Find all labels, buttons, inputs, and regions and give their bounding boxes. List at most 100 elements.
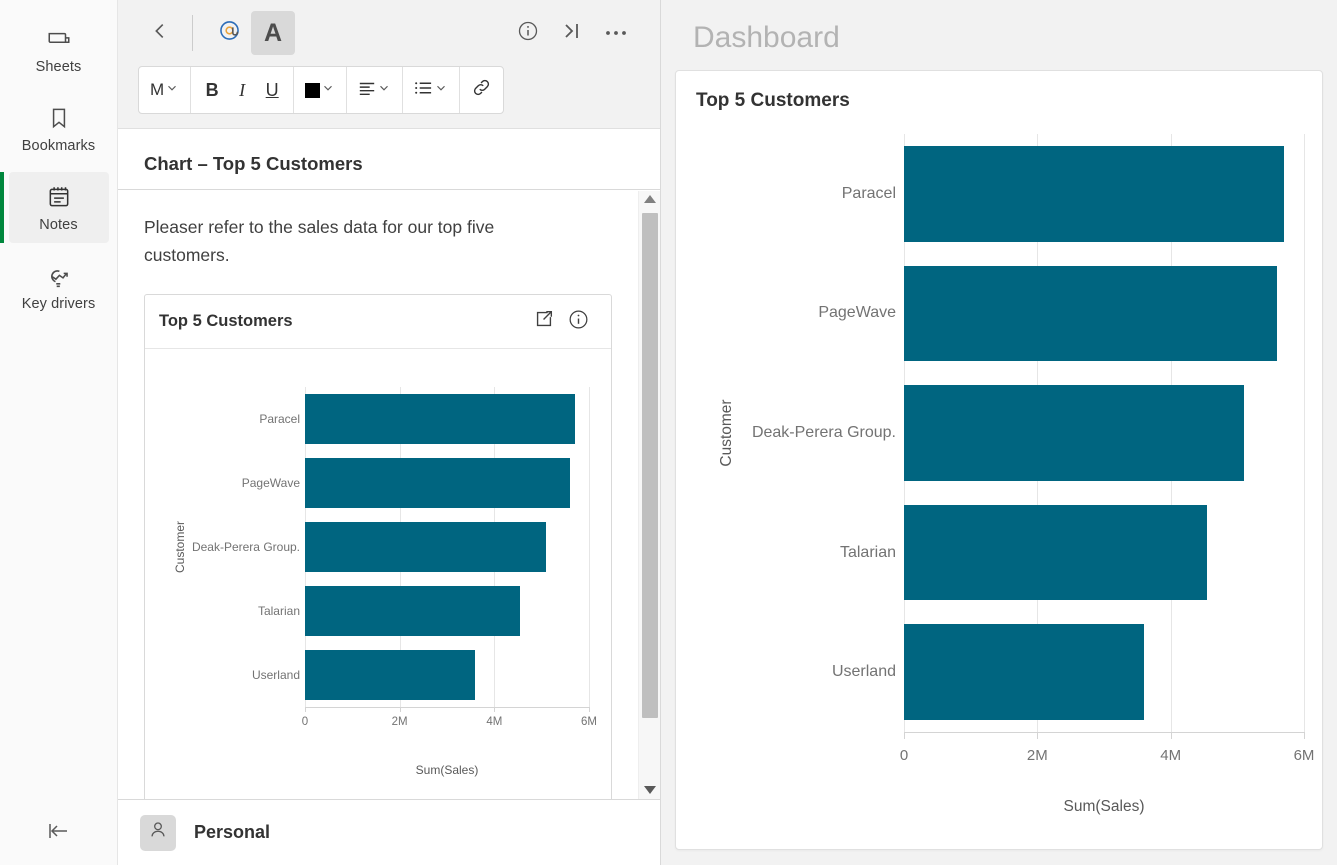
collapse-right-button[interactable] [550,11,594,55]
scroll-down-button[interactable] [639,781,660,799]
sidebar-item-bookmarks[interactable]: Bookmarks [9,93,109,164]
back-button[interactable] [138,11,182,55]
x-axis-line [305,706,590,708]
note-body: Chart – Top 5 Customers Pleaser refer to… [118,129,660,799]
dashboard-bar-chart[interactable]: Paracel PageWave Deak-Perera Group. Talaria… [676,112,1322,844]
x-tick-label: 6M [581,715,597,728]
collapse-right-icon [559,20,585,47]
bar[interactable] [305,457,571,508]
left-rail: Sheets Bookmarks Notes Key drivers [0,0,118,865]
more-options-button[interactable] [594,11,638,55]
text-format-icon: A [263,18,283,47]
embedded-chart-card[interactable]: Top 5 Customers Paracel PageWave Deak-Pe… [144,293,612,799]
scrollbar-thumb[interactable] [642,213,658,718]
text-color-select[interactable] [300,67,340,113]
category-label: Userland [251,667,300,682]
dashboard-chart-card[interactable]: Top 5 Customers Paracel PageWave Deak-Pere… [675,70,1323,850]
category-label: Paracel [841,184,896,202]
align-left-icon [358,80,376,101]
bar[interactable] [904,265,1278,362]
x-tick-mark [494,706,496,712]
bold-button[interactable]: B [197,67,227,113]
collapse-panel-button[interactable] [0,820,117,847]
chevron-down-icon [377,80,391,100]
color-swatch-icon [305,82,321,98]
notes-format-row: M B I U [118,66,660,128]
notes-toolbar-top-row: A [118,0,660,66]
dashboard-panel: Dashboard Top 5 Customers Paracel PageWav… [661,0,1337,865]
align-select[interactable] [353,67,396,113]
list-select[interactable] [409,67,453,113]
note-scrollbar[interactable] [638,191,660,799]
scroll-up-arrow [644,191,656,209]
x-tick-label: 2M [391,715,408,728]
notes-footer: Personal [118,799,660,865]
font-size-value: M [150,80,165,99]
notes-toolbar: A M B I U [118,0,660,129]
scroll-up-button[interactable] [639,191,660,209]
x-tick-mark [1170,732,1172,739]
bar[interactable] [904,145,1284,242]
bar[interactable] [904,385,1244,481]
format-group-style: B I U [191,67,295,113]
x-tick-mark [589,706,590,712]
bullet-list-icon [414,80,433,101]
x-tick-mark [305,706,306,712]
y-axis-title: Customer [718,399,735,467]
more-options-icon [604,24,628,42]
notes-icon [9,184,109,210]
insert-link-button[interactable] [466,67,497,113]
format-group-align [347,67,404,113]
x-tick-label: 0 [301,715,309,728]
x-tick-label: 4M [486,715,503,728]
y-axis-title: Customer [173,520,187,573]
note-scroll-area[interactable]: Pleaser refer to the sales data for our … [118,191,638,799]
category-label: Userland [831,663,896,681]
underline-button[interactable]: U [257,67,287,113]
embedded-bar-chart[interactable]: Paracel PageWave Deak-Perera Group. Talaria… [157,361,597,793]
mention-button[interactable] [207,11,251,55]
at-mention-icon [217,18,242,48]
chevron-down-icon [434,80,448,100]
link-icon [471,77,492,103]
scroll-down-arrow [644,781,656,799]
embedded-chart-title: Top 5 Customers [159,312,293,331]
dashboard-chart-title: Top 5 Customers [696,90,850,111]
sidebar-item-sheets[interactable]: Sheets [9,14,109,85]
category-label: Deak-Perera Group. [751,424,896,441]
gridline [1304,134,1305,732]
gridline [589,386,590,707]
x-tick-mark [1037,732,1039,739]
page-title: Dashboard [693,21,840,54]
x-tick-label: 0 [899,747,909,764]
info-button[interactable] [506,11,550,55]
embedded-chart-body: Paracel PageWave Deak-Perera Group. Talaria… [145,349,611,799]
info-icon [567,308,590,336]
toolbar-divider [192,15,193,51]
share-export-button[interactable] [527,309,561,335]
bar[interactable] [305,521,547,572]
embedded-chart-info-button[interactable] [561,309,595,335]
sidebar-item-notes[interactable]: Notes [0,172,109,243]
italic-button[interactable]: I [227,67,257,113]
text-format-toggle[interactable]: A [251,11,295,55]
font-size-select[interactable]: M [145,67,184,113]
x-tick-mark [904,732,905,739]
x-tick-label: 6M [1293,747,1315,764]
bar[interactable] [305,393,575,444]
x-tick-mark [1304,732,1305,739]
bar[interactable] [904,624,1144,721]
bar[interactable] [305,585,521,636]
x-axis-line [904,732,1305,733]
bar[interactable] [305,649,476,700]
bar[interactable] [904,504,1208,601]
format-group-link [460,67,503,113]
sidebar-item-key-drivers[interactable]: Key drivers [9,251,109,322]
category-label: PageWave [818,304,896,322]
format-group-list [403,67,461,113]
chevron-down-icon [321,80,335,100]
embedded-chart-header: Top 5 Customers [145,295,611,349]
format-toolbar: M B I U [138,66,505,114]
category-label: Talarian [257,603,300,618]
avatar[interactable] [140,814,176,851]
